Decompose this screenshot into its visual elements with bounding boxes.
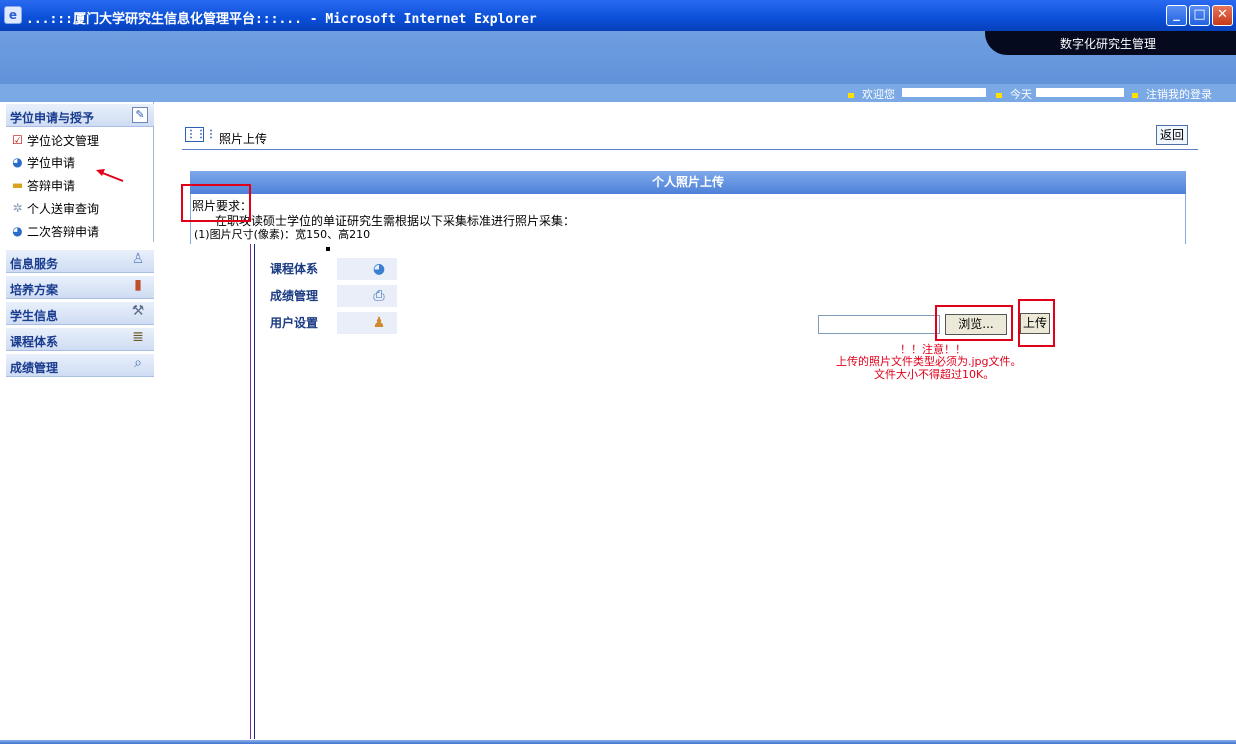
browser-window: e ...:::厦门大学研究生信息化管理平台:::... - Microsoft… (0, 0, 1236, 744)
highlight-browse (935, 305, 1013, 341)
sidebar-section-grades[interactable]: 成绩管理 ⌕ (6, 354, 154, 377)
minimize-icon: _ (1173, 7, 1180, 22)
bottom-border (0, 740, 1236, 744)
back-button[interactable]: 返回 (1156, 125, 1189, 145)
sidebar-section-training[interactable]: 培养方案 ▮ (6, 276, 154, 299)
file-path-input[interactable] (818, 315, 940, 334)
book-icon: ▮ (134, 277, 142, 293)
menu-icon-bg (337, 312, 397, 334)
network-icon: ⎙ (373, 288, 385, 304)
close-icon: ✕ (1217, 7, 1228, 22)
sidebar-item-degree-apply[interactable]: ◕ 学位申请 (10, 152, 75, 172)
overlay-menu-grades[interactable]: 成绩管理 (270, 286, 318, 306)
users-icon: ♟ (372, 315, 386, 331)
divider-line-2 (254, 244, 255, 739)
sidebar-degree-panel: 学位申请与授予 ✎ ☑ 学位论文管理 ◕ 学位申请 ▬ 答辩申请 ✲ 个人送审查询 ◕ 二… (6, 102, 154, 242)
sidebar-section-course[interactable]: 课程体系 ≣ (6, 328, 154, 351)
minimize-button[interactable]: _ (1166, 5, 1187, 26)
edit-icon: ✎ (132, 107, 148, 123)
notice-file-size: 文件大小不得超过10K。 (874, 368, 995, 381)
books-icon: ≣ (132, 329, 144, 345)
window-title: ...:::厦门大学研究生信息化管理平台:::... - Microsoft I… (26, 12, 537, 27)
magnifier-icon: ⌕ (134, 355, 142, 371)
highlight-requirements (181, 184, 251, 222)
menu-icon-bg (337, 285, 397, 307)
redacted-date (1036, 88, 1124, 97)
menu-icon-bg (337, 258, 397, 280)
globe-icon: ◕ (12, 224, 23, 238)
overlay-menu-course[interactable]: 课程体系 (270, 259, 318, 279)
sidebar-section-info[interactable]: 信息服务 ♙ (6, 250, 154, 273)
folder-icon: ▬ (11, 178, 24, 192)
sidebar-item-thesis[interactable]: ☑ 学位论文管理 (10, 130, 99, 150)
globe-icon: ◕ (12, 155, 23, 169)
logout-link[interactable]: 注销我的登录 (1132, 86, 1212, 102)
sidebar-item-review-query[interactable]: ✲ 个人送审查询 (10, 198, 99, 218)
globe-icon: ◕ (372, 261, 386, 277)
tools-icon: ⚒ (131, 303, 145, 319)
requirements-size: (1)图片尺寸(像素)：宽150、高210 (194, 228, 371, 241)
sidebar-section-student[interactable]: 学生信息 ⚒ (6, 302, 154, 325)
overlay-menu-user-settings[interactable]: 用户设置 (270, 313, 318, 333)
upload-panel-title: 个人照片上传 (190, 171, 1186, 194)
maximize-icon: □ (1193, 7, 1206, 22)
close-button[interactable]: ✕ (1212, 5, 1233, 26)
red-arrow-annotation (96, 169, 124, 182)
title-divider (182, 149, 1198, 150)
sidebar-section-degree[interactable]: 学位申请与授予 ✎ (6, 104, 154, 127)
gear-icon: ✲ (12, 201, 23, 215)
artifact-dot (326, 247, 330, 251)
site-brand: 数字化研究生管理 (1060, 37, 1157, 51)
page-title: 照片上传 (219, 132, 268, 146)
user-bar: 欢迎您 今天 注销我的登录 (0, 84, 1236, 102)
person-icon: ♙ (131, 251, 145, 267)
welcome-text: 欢迎您 (848, 86, 895, 102)
sidebar-item-second-defense[interactable]: ◕ 二次答辩申请 (10, 221, 99, 241)
checklist-icon: ☑ (12, 133, 23, 147)
sidebar-item-defense-apply[interactable]: ▬ 答辩申请 (10, 175, 75, 195)
redacted-username (902, 88, 986, 97)
grid-icon: ⋮⋮⋮ (185, 127, 216, 142)
divider-line (250, 244, 251, 739)
ie-page-icon: e (4, 6, 22, 24)
window-titlebar[interactable]: e ...:::厦门大学研究生信息化管理平台:::... - Microsoft… (0, 0, 1236, 31)
maximize-button[interactable]: □ (1189, 5, 1210, 26)
today-text: 今天 (996, 86, 1032, 102)
highlight-upload (1018, 299, 1055, 347)
